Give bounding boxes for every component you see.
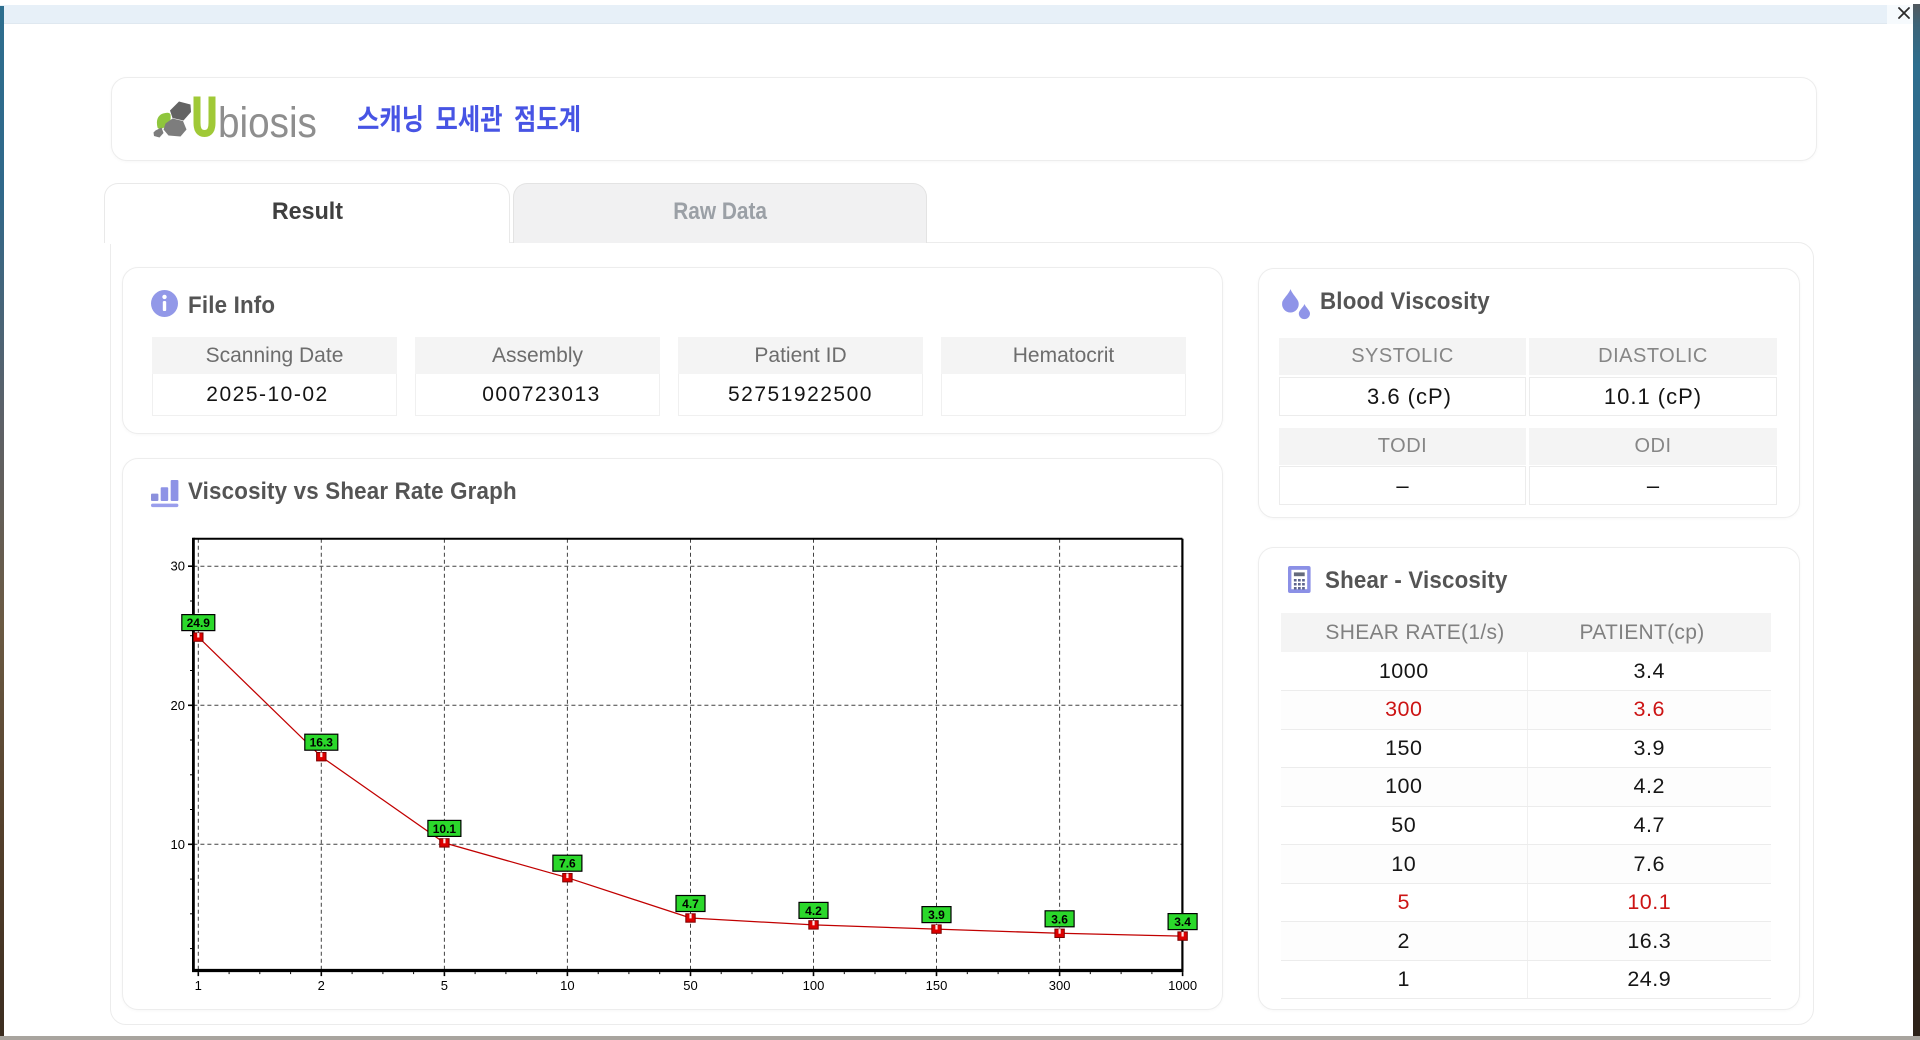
svg-text:7.6: 7.6: [559, 857, 576, 871]
svg-text:150: 150: [926, 978, 948, 993]
svg-text:24.9: 24.9: [187, 616, 211, 630]
svg-text:100: 100: [803, 978, 825, 993]
svg-text:300: 300: [1049, 978, 1071, 993]
svg-text:30: 30: [171, 559, 185, 574]
svg-text:4.2: 4.2: [805, 904, 822, 918]
svg-text:5: 5: [441, 978, 448, 993]
svg-text:1000: 1000: [1168, 978, 1197, 993]
svg-text:10: 10: [560, 978, 574, 993]
svg-text:10.1: 10.1: [433, 822, 457, 836]
svg-text:16.3: 16.3: [310, 736, 334, 750]
svg-text:biosis: biosis: [218, 98, 317, 146]
svg-text:3.6: 3.6: [1051, 912, 1068, 926]
svg-text:1: 1: [195, 978, 202, 993]
svg-text:10: 10: [171, 837, 185, 852]
svg-text:2: 2: [318, 978, 325, 993]
svg-text:3.4: 3.4: [1174, 915, 1191, 929]
svg-text:50: 50: [683, 978, 697, 993]
svg-text:3.9: 3.9: [928, 908, 945, 922]
svg-text:4.7: 4.7: [682, 897, 699, 911]
svg-text:20: 20: [171, 698, 185, 713]
